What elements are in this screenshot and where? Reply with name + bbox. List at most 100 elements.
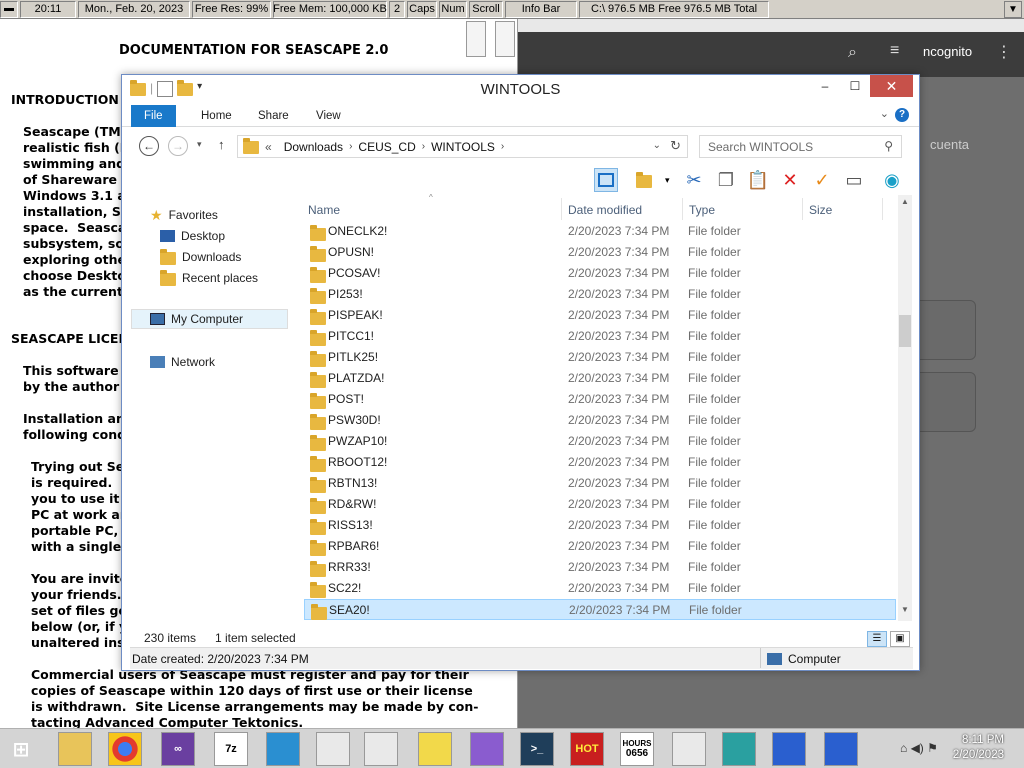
details-view-icon[interactable]: ☰ — [867, 631, 887, 647]
search-input[interactable]: Search WINTOOLS ⚲ — [699, 135, 902, 158]
column-divider[interactable] — [682, 198, 683, 220]
scroll-down-icon[interactable]: ▼ — [898, 605, 912, 619]
scroll-up-icon[interactable]: ▲ — [898, 197, 912, 211]
chevron-right-icon[interactable]: › — [349, 141, 352, 152]
seascape-fish-icon[interactable] — [824, 732, 858, 766]
start-button[interactable]: ⊞ — [4, 732, 38, 766]
file-row[interactable]: RRR33! 2/20/2023 7:34 PM File folder — [304, 557, 896, 578]
paint-app-icon[interactable] — [470, 732, 504, 766]
tab-home[interactable]: Home — [193, 105, 240, 127]
menu-icon[interactable]: ≡ — [890, 42, 899, 60]
address-dropdown-icon[interactable]: ⌄ — [653, 140, 661, 151]
breadcrumb-downloads[interactable]: Downloads — [284, 140, 343, 154]
file-row[interactable]: PWZAP10! 2/20/2023 7:34 PM File folder — [304, 431, 896, 452]
delete-icon[interactable]: ✕ — [778, 168, 802, 192]
maximize-button[interactable]: ☐ — [840, 75, 870, 97]
7zip-icon[interactable]: 7z — [214, 732, 248, 766]
column-divider[interactable] — [802, 198, 803, 220]
column-divider[interactable] — [561, 198, 562, 220]
recent-locations-icon[interactable]: ▾ — [197, 139, 202, 150]
shell-icon[interactable]: ◉ — [880, 168, 904, 192]
breadcrumb-overflow[interactable]: « — [265, 140, 272, 154]
file-row[interactable]: RPBAR6! 2/20/2023 7:34 PM File folder — [304, 536, 896, 557]
file-explorer-icon[interactable] — [58, 732, 92, 766]
rename-icon[interactable]: ▭ — [842, 168, 866, 192]
preview-pane-icon[interactable] — [594, 168, 618, 192]
nav-recent-places[interactable]: Recent places — [160, 268, 258, 288]
tray-icons[interactable]: ⌂ ◀) ⚑ — [900, 741, 938, 755]
title-bar[interactable]: | ▾ WINTOOLS ‒ ☐ ✕ — [122, 75, 919, 103]
file-row[interactable]: PITLK25! 2/20/2023 7:34 PM File folder — [304, 347, 896, 368]
refresh-icon[interactable]: ↻ — [670, 138, 681, 154]
window-app-icon[interactable] — [364, 732, 398, 766]
column-date-modified[interactable]: Date modified — [568, 203, 642, 217]
doc-scroll-up[interactable] — [466, 21, 486, 57]
file-row[interactable]: PITCC1! 2/20/2023 7:34 PM File folder — [304, 326, 896, 347]
tab-share[interactable]: Share — [250, 105, 297, 127]
doc-scrollbar[interactable] — [466, 19, 517, 79]
nav-my-computer[interactable]: My Computer — [131, 309, 288, 329]
cut-icon[interactable]: ✂ — [682, 168, 706, 192]
seascape-fish-icon[interactable] — [772, 732, 806, 766]
window-app-icon[interactable] — [672, 732, 706, 766]
remote-icon[interactable] — [266, 732, 300, 766]
exit-app-icon[interactable] — [722, 732, 756, 766]
large-icons-view-icon[interactable]: ▣ — [890, 631, 910, 647]
nav-network[interactable]: Network — [150, 352, 215, 372]
chevron-right-icon[interactable]: › — [501, 141, 504, 152]
file-row[interactable]: PCOSAV! 2/20/2023 7:34 PM File folder — [304, 263, 896, 284]
tab-view[interactable]: View — [308, 105, 349, 127]
column-divider[interactable] — [882, 198, 883, 220]
visual-studio-icon[interactable]: ∞ — [161, 732, 195, 766]
hours-app-icon[interactable]: HOURS 0656 — [620, 732, 654, 766]
checkmark-icon[interactable]: ✓ — [810, 168, 834, 192]
paste-icon[interactable]: 📋 — [746, 168, 770, 192]
file-row[interactable]: RBOOT12! 2/20/2023 7:34 PM File folder — [304, 452, 896, 473]
nav-downloads[interactable]: Downloads — [160, 247, 241, 267]
tab-file[interactable]: File — [131, 105, 176, 127]
notepad-app-icon[interactable] — [418, 732, 452, 766]
file-row[interactable]: PLATZDA! 2/20/2023 7:34 PM File folder — [304, 368, 896, 389]
copy-icon[interactable]: ❐ — [714, 168, 738, 192]
column-name[interactable]: Name — [308, 203, 340, 217]
back-button[interactable]: ← — [139, 136, 159, 156]
more-icon[interactable]: ⋮ — [996, 42, 1012, 62]
taskbar-clock[interactable]: 8:11 PM 2/20/2023 — [953, 733, 1004, 763]
file-row[interactable]: OPUSN! 2/20/2023 7:34 PM File folder — [304, 242, 896, 263]
file-row[interactable]: ONECLK2! 2/20/2023 7:34 PM File folder — [304, 221, 896, 242]
file-row[interactable]: RBTN13! 2/20/2023 7:34 PM File folder — [304, 473, 896, 494]
forward-button[interactable]: → — [168, 136, 188, 156]
vertical-scrollbar[interactable]: ▲ ▼ — [898, 195, 912, 621]
nav-favorites[interactable]: ★ Favorites — [150, 205, 218, 225]
search-icon[interactable]: ⚲ — [884, 139, 893, 153]
doc-scroll-down[interactable] — [495, 21, 515, 57]
infobar-menu-button[interactable]: ▼ — [1004, 1, 1022, 18]
breadcrumb-ceus-cd[interactable]: CEUS_CD — [358, 140, 415, 154]
scroll-thumb[interactable] — [899, 315, 911, 347]
file-row[interactable]: RD&RW! 2/20/2023 7:34 PM File folder — [304, 494, 896, 515]
file-row-selected[interactable]: SEA20! 2/20/2023 7:34 PM File folder — [304, 599, 896, 620]
file-row[interactable]: PISPEAK! 2/20/2023 7:34 PM File folder — [304, 305, 896, 326]
column-type[interactable]: Type — [689, 203, 715, 217]
file-row[interactable]: PSW30D! 2/20/2023 7:34 PM File folder — [304, 410, 896, 431]
minimize-button[interactable]: ‒ — [810, 75, 840, 97]
file-row[interactable]: POST! 2/20/2023 7:34 PM File folder — [304, 389, 896, 410]
command-prompt-icon[interactable]: >_ — [520, 732, 554, 766]
file-row[interactable]: RISS13! 2/20/2023 7:34 PM File folder — [304, 515, 896, 536]
file-row[interactable]: PI253! 2/20/2023 7:34 PM File folder — [304, 284, 896, 305]
chevron-right-icon[interactable]: › — [422, 141, 425, 152]
chrome-icon[interactable] — [108, 732, 142, 766]
nav-desktop[interactable]: Desktop — [160, 226, 225, 246]
dropdown-icon[interactable]: ▾ — [665, 175, 670, 186]
column-size[interactable]: Size — [809, 203, 832, 217]
help-icon[interactable]: ? — [895, 108, 909, 122]
search-icon[interactable]: ⌕ — [848, 44, 857, 62]
system-menu-button[interactable] — [0, 0, 18, 18]
close-button[interactable]: ✕ — [870, 75, 913, 97]
window-app-icon[interactable] — [316, 732, 350, 766]
file-row[interactable]: SC22! 2/20/2023 7:34 PM File folder — [304, 578, 896, 599]
up-button[interactable]: ↑ — [218, 137, 225, 152]
folder-options-icon[interactable] — [632, 168, 656, 192]
breadcrumb-wintools[interactable]: WINTOOLS — [431, 140, 495, 154]
expand-ribbon-icon[interactable]: ⌄ — [880, 107, 889, 120]
